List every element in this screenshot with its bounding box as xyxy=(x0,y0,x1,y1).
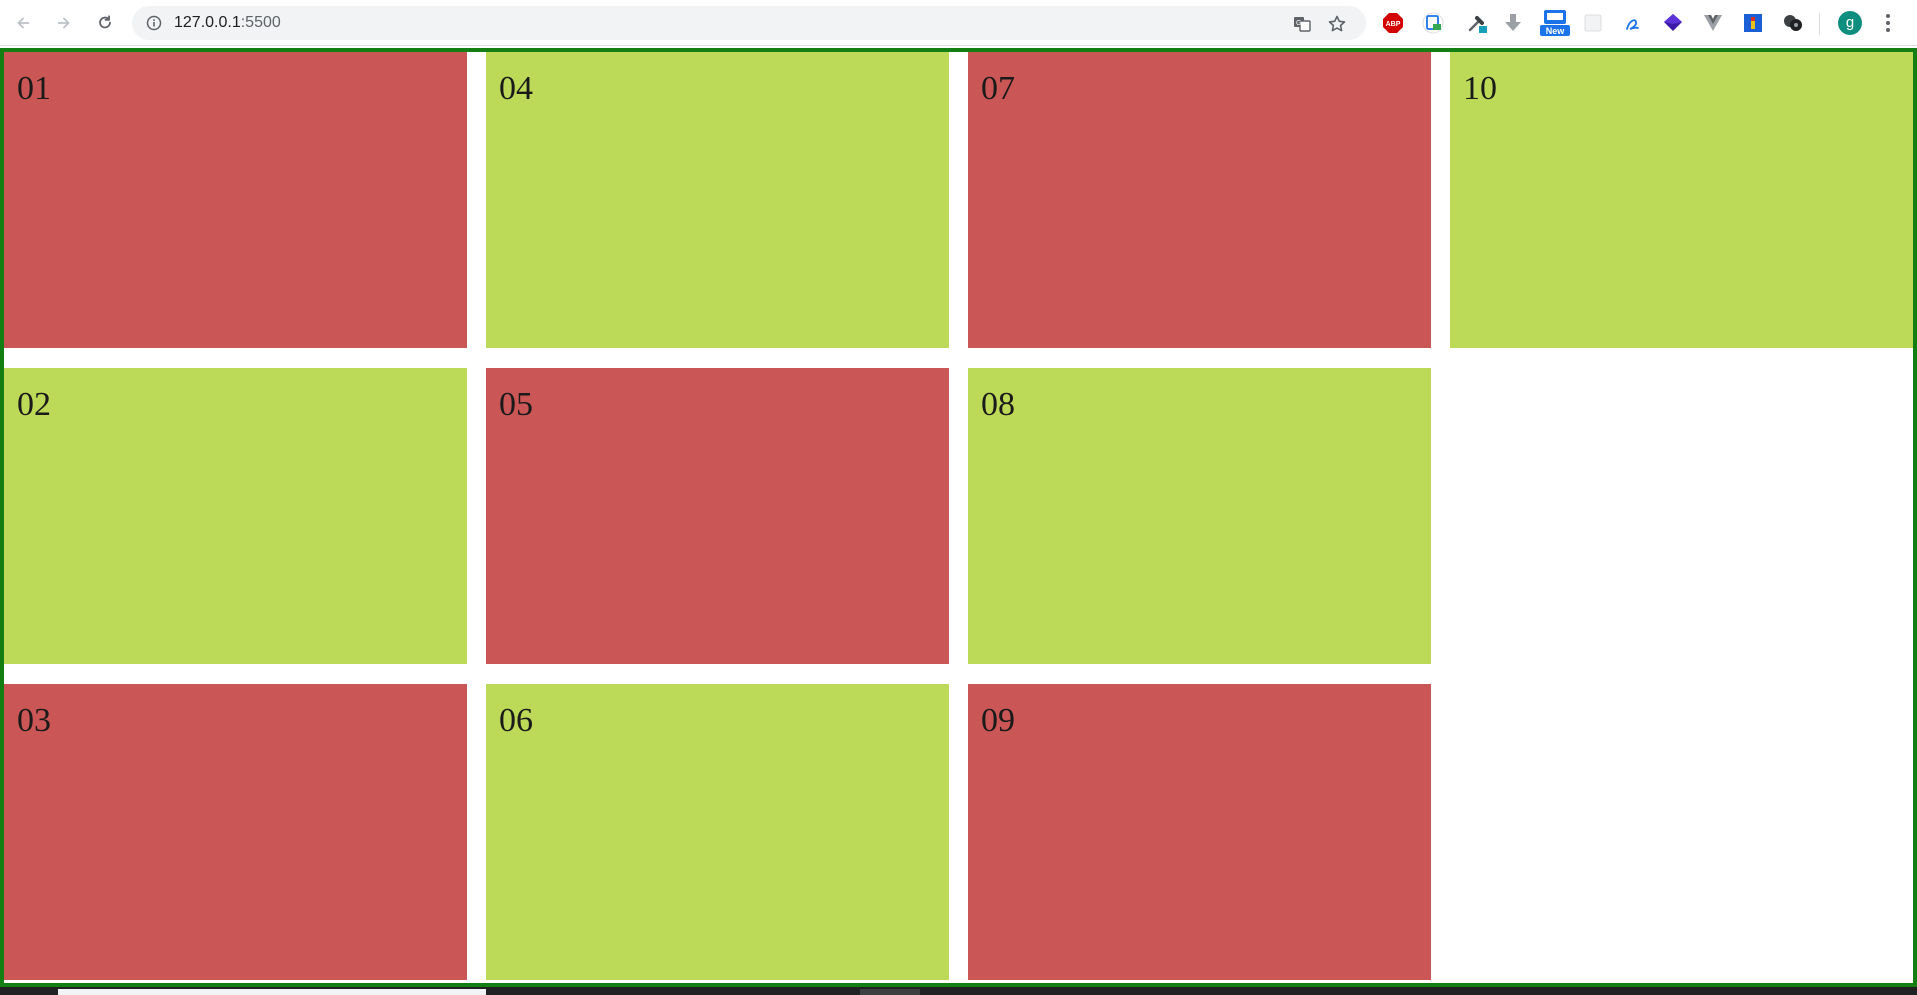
taskbar-active-item[interactable] xyxy=(58,989,486,995)
adblock-plus-icon[interactable]: ABP xyxy=(1382,12,1404,34)
diamond-icon[interactable] xyxy=(1662,12,1684,34)
vue-devtools-icon[interactable] xyxy=(1702,12,1724,34)
taskbar-strip xyxy=(0,987,1917,995)
bookmark-star-icon[interactable] xyxy=(1327,14,1347,34)
url-text: 127.0.0.1:5500 xyxy=(174,14,281,32)
grid-item-01: 01 xyxy=(4,52,467,348)
screen-share-icon[interactable] xyxy=(1422,12,1444,34)
grid-item-label: 02 xyxy=(17,386,51,423)
grid-item-label: 03 xyxy=(17,702,51,739)
grid-item-09: 09 xyxy=(968,684,1431,980)
url-host: 127.0.0.1 xyxy=(174,14,241,31)
grid-item-04: 04 xyxy=(486,52,949,348)
grid-item-05: 05 xyxy=(486,368,949,664)
signature-icon[interactable] xyxy=(1622,12,1644,34)
grid-container: 01 02 03 04 05 06 07 08 09 10 xyxy=(0,48,1917,987)
translate-icon[interactable]: G xyxy=(1292,14,1312,34)
bubbles-icon[interactable] xyxy=(1782,12,1804,34)
grid-item-label: 06 xyxy=(499,702,533,739)
eyedropper-icon[interactable] xyxy=(1466,12,1488,34)
grid-item-label: 08 xyxy=(981,386,1015,423)
site-info-icon[interactable] xyxy=(146,15,162,31)
grid-item-label: 05 xyxy=(499,386,533,423)
grid-item-label: 04 xyxy=(499,70,533,107)
grid-item-07: 07 xyxy=(968,52,1431,348)
back-arrow-icon xyxy=(17,17,30,29)
page-viewport: 01 02 03 04 05 06 07 08 09 10 xyxy=(0,48,1917,987)
grid-item-label: 07 xyxy=(981,70,1015,107)
blank-extension-icon[interactable] xyxy=(1582,12,1604,34)
address-bar[interactable]: 127.0.0.1:5500 G xyxy=(132,6,1366,40)
svg-text:G: G xyxy=(1296,20,1301,27)
reload-button[interactable] xyxy=(92,10,118,36)
adblock-plus-label: ABP xyxy=(1386,21,1401,28)
grid-item-03: 03 xyxy=(4,684,467,980)
grid-item-06: 06 xyxy=(486,684,949,980)
url-port: :5500 xyxy=(240,14,281,31)
grid-item-label: 10 xyxy=(1463,70,1497,107)
more-menu-icon[interactable] xyxy=(1880,12,1896,34)
grid-item-label: 09 xyxy=(981,702,1015,739)
forward-button[interactable] xyxy=(51,10,77,36)
toolbar-divider xyxy=(1819,13,1820,35)
grid-item-10: 10 xyxy=(1450,52,1913,348)
reload-icon xyxy=(99,15,111,29)
back-button[interactable] xyxy=(10,10,36,36)
grid-item-02: 02 xyxy=(4,368,467,664)
flag-icon[interactable] xyxy=(1742,12,1764,34)
profile-avatar[interactable]: g xyxy=(1838,11,1862,35)
taskbar-item[interactable] xyxy=(860,989,920,995)
grid-item-08: 08 xyxy=(968,368,1431,664)
download-arrow-icon[interactable] xyxy=(1502,12,1524,34)
browser-toolbar: 127.0.0.1:5500 G ABP New g xyxy=(0,0,1917,46)
grid-item-label: 01 xyxy=(17,70,51,107)
forward-arrow-icon xyxy=(57,17,70,29)
new-badge-icon[interactable]: New xyxy=(1540,10,1570,36)
new-badge-label: New xyxy=(1546,26,1566,36)
